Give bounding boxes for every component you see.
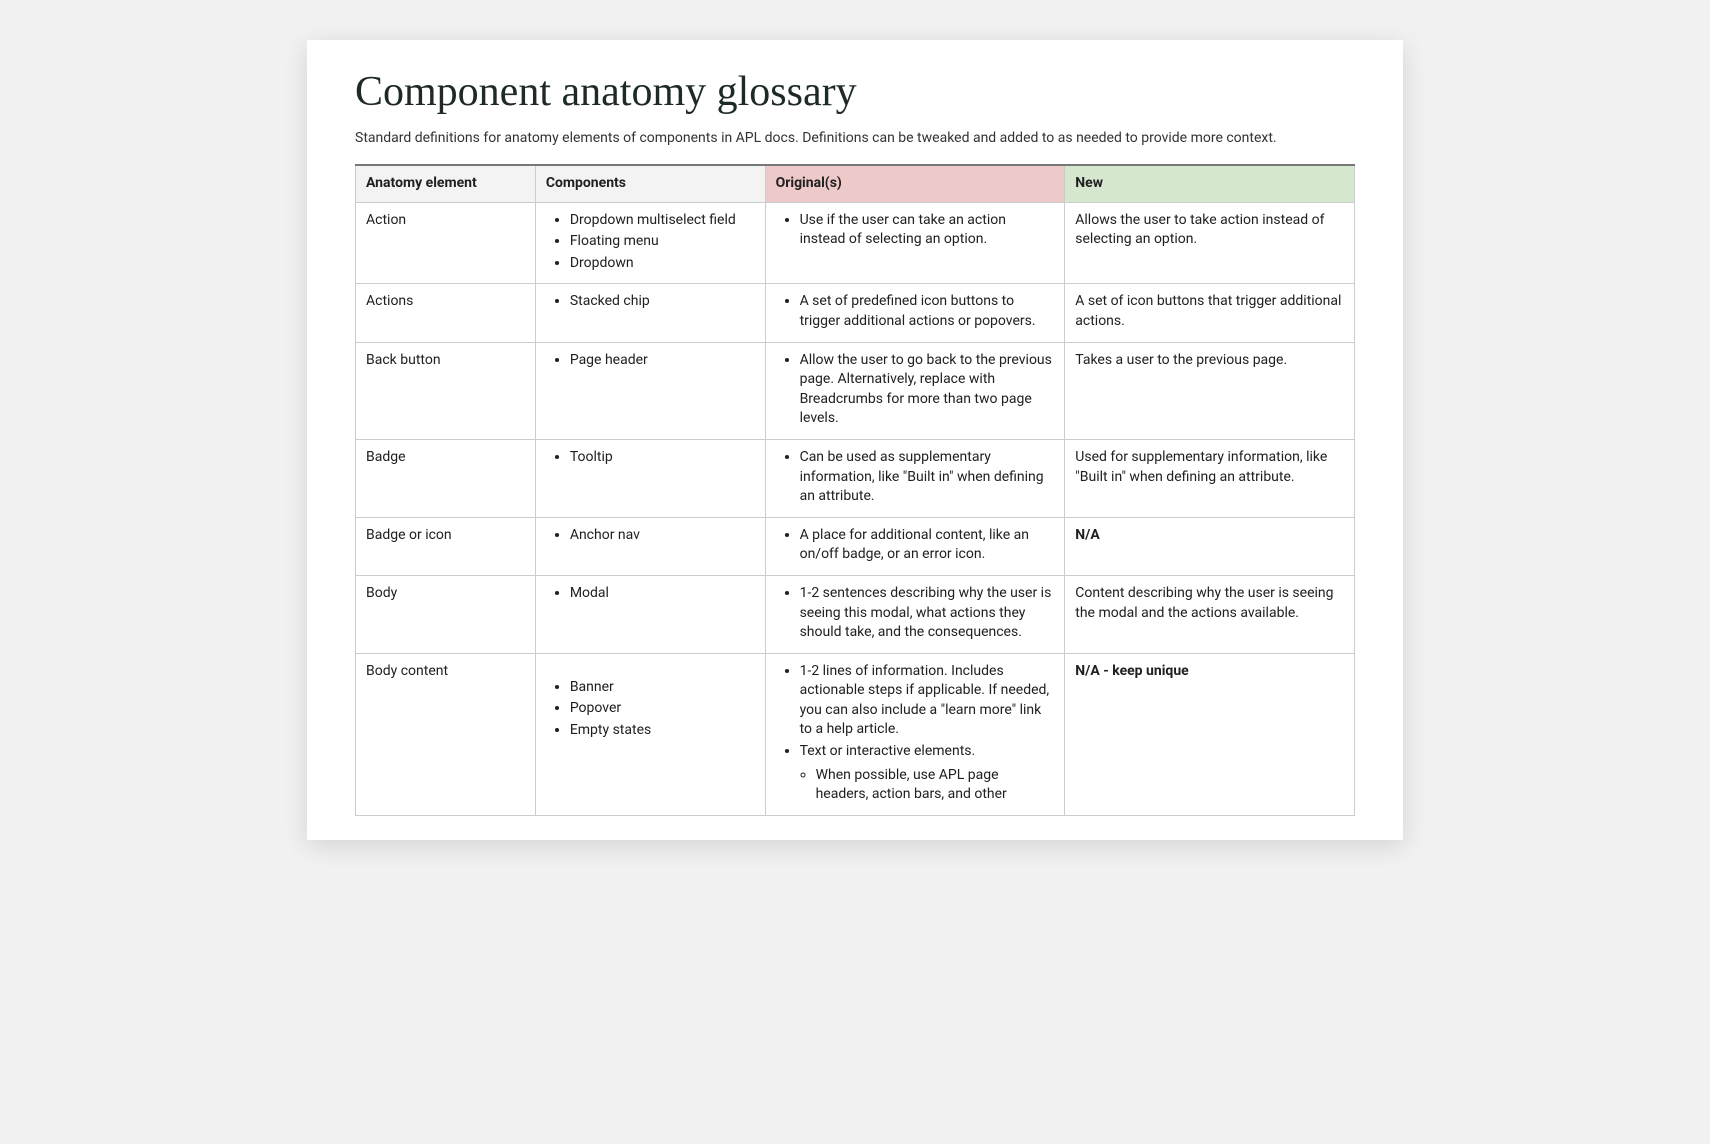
cell-new: N/A <box>1065 517 1355 575</box>
cell-original: 1-2 lines of information. Includes actio… <box>765 653 1065 815</box>
table-row: Actions Stacked chip A set of predefined i… <box>356 284 1355 342</box>
document-page: Component anatomy glossary Standard defi… <box>307 40 1403 840</box>
page-title: Component anatomy glossary <box>355 68 1355 116</box>
cell-new: Used for supplementary information, like… <box>1065 439 1355 517</box>
list-item: 1-2 sentences describing why the user is… <box>800 584 1055 643</box>
table-row: Badge Tooltip Can be used as supplementary… <box>356 439 1355 517</box>
cell-original: 1-2 sentences describing why the user is… <box>765 575 1065 653</box>
cell-anatomy: Action <box>356 202 536 284</box>
cell-components: Page header <box>535 342 765 439</box>
cell-new: Takes a user to the previous page. <box>1065 342 1355 439</box>
list-item: Use if the user can take an action inste… <box>800 211 1055 250</box>
cell-original: Can be used as supplementary information… <box>765 439 1065 517</box>
col-header-new: New <box>1065 165 1355 202</box>
cell-anatomy: Badge or icon <box>356 517 536 575</box>
cell-components: Modal <box>535 575 765 653</box>
list-item: 1-2 lines of information. Includes actio… <box>800 662 1055 740</box>
list-item: Floating menu <box>570 232 755 252</box>
cell-anatomy: Body content <box>356 653 536 815</box>
cell-new: Content describing why the user is seein… <box>1065 575 1355 653</box>
glossary-table: Anatomy element Components Original(s) N… <box>355 164 1355 816</box>
list-item: Page header <box>570 351 755 371</box>
list-item: A set of predefined icon buttons to trig… <box>800 292 1055 331</box>
list-item: Modal <box>570 584 755 604</box>
cell-new: A set of icon buttons that trigger addit… <box>1065 284 1355 342</box>
table-row: Body Modal 1-2 sentences describing why t… <box>356 575 1355 653</box>
cell-anatomy: Back button <box>356 342 536 439</box>
cell-new: Allows the user to take action instead o… <box>1065 202 1355 284</box>
table-header-row: Anatomy element Components Original(s) N… <box>356 165 1355 202</box>
col-header-original: Original(s) <box>765 165 1065 202</box>
cell-original: Use if the user can take an action inste… <box>765 202 1065 284</box>
list-item: Banner <box>570 678 755 698</box>
list-item: Anchor nav <box>570 526 755 546</box>
list-item: Stacked chip <box>570 292 755 312</box>
list-item: Allow the user to go back to the previou… <box>800 351 1055 429</box>
list-item: A place for additional content, like an … <box>800 526 1055 565</box>
cell-components: Dropdown multiselect fieldFloating menuD… <box>535 202 765 284</box>
cell-original: A place for additional content, like an … <box>765 517 1065 575</box>
table-row: Back button Page header Allow the user to … <box>356 342 1355 439</box>
list-item: When possible, use APL page headers, act… <box>816 766 1055 805</box>
cell-components: Anchor nav <box>535 517 765 575</box>
col-header-anatomy: Anatomy element <box>356 165 536 202</box>
list-item: Can be used as supplementary information… <box>800 448 1055 507</box>
table-row: ActionDropdown multiselect fieldFloating… <box>356 202 1355 284</box>
table-row: Badge or icon Anchor nav A place for addit… <box>356 517 1355 575</box>
cell-components: BannerPopoverEmpty states <box>535 653 765 815</box>
cell-original: Allow the user to go back to the previou… <box>765 342 1065 439</box>
cell-original: A set of predefined icon buttons to trig… <box>765 284 1065 342</box>
list-item: Text or interactive elements. <box>800 742 1055 762</box>
list-item: Dropdown <box>570 254 755 274</box>
cell-new: N/A - keep unique <box>1065 653 1355 815</box>
cell-components: Tooltip <box>535 439 765 517</box>
table-row: Body contentBannerPopoverEmpty states1-2… <box>356 653 1355 815</box>
page-subtitle: Standard definitions for anatomy element… <box>355 130 1355 146</box>
list-item: Popover <box>570 699 755 719</box>
list-item: Dropdown multiselect field <box>570 211 755 231</box>
list-item: Tooltip <box>570 448 755 468</box>
list-item: Empty states <box>570 721 755 741</box>
col-header-components: Components <box>535 165 765 202</box>
cell-anatomy: Actions <box>356 284 536 342</box>
cell-anatomy: Body <box>356 575 536 653</box>
cell-anatomy: Badge <box>356 439 536 517</box>
cell-components: Stacked chip <box>535 284 765 342</box>
